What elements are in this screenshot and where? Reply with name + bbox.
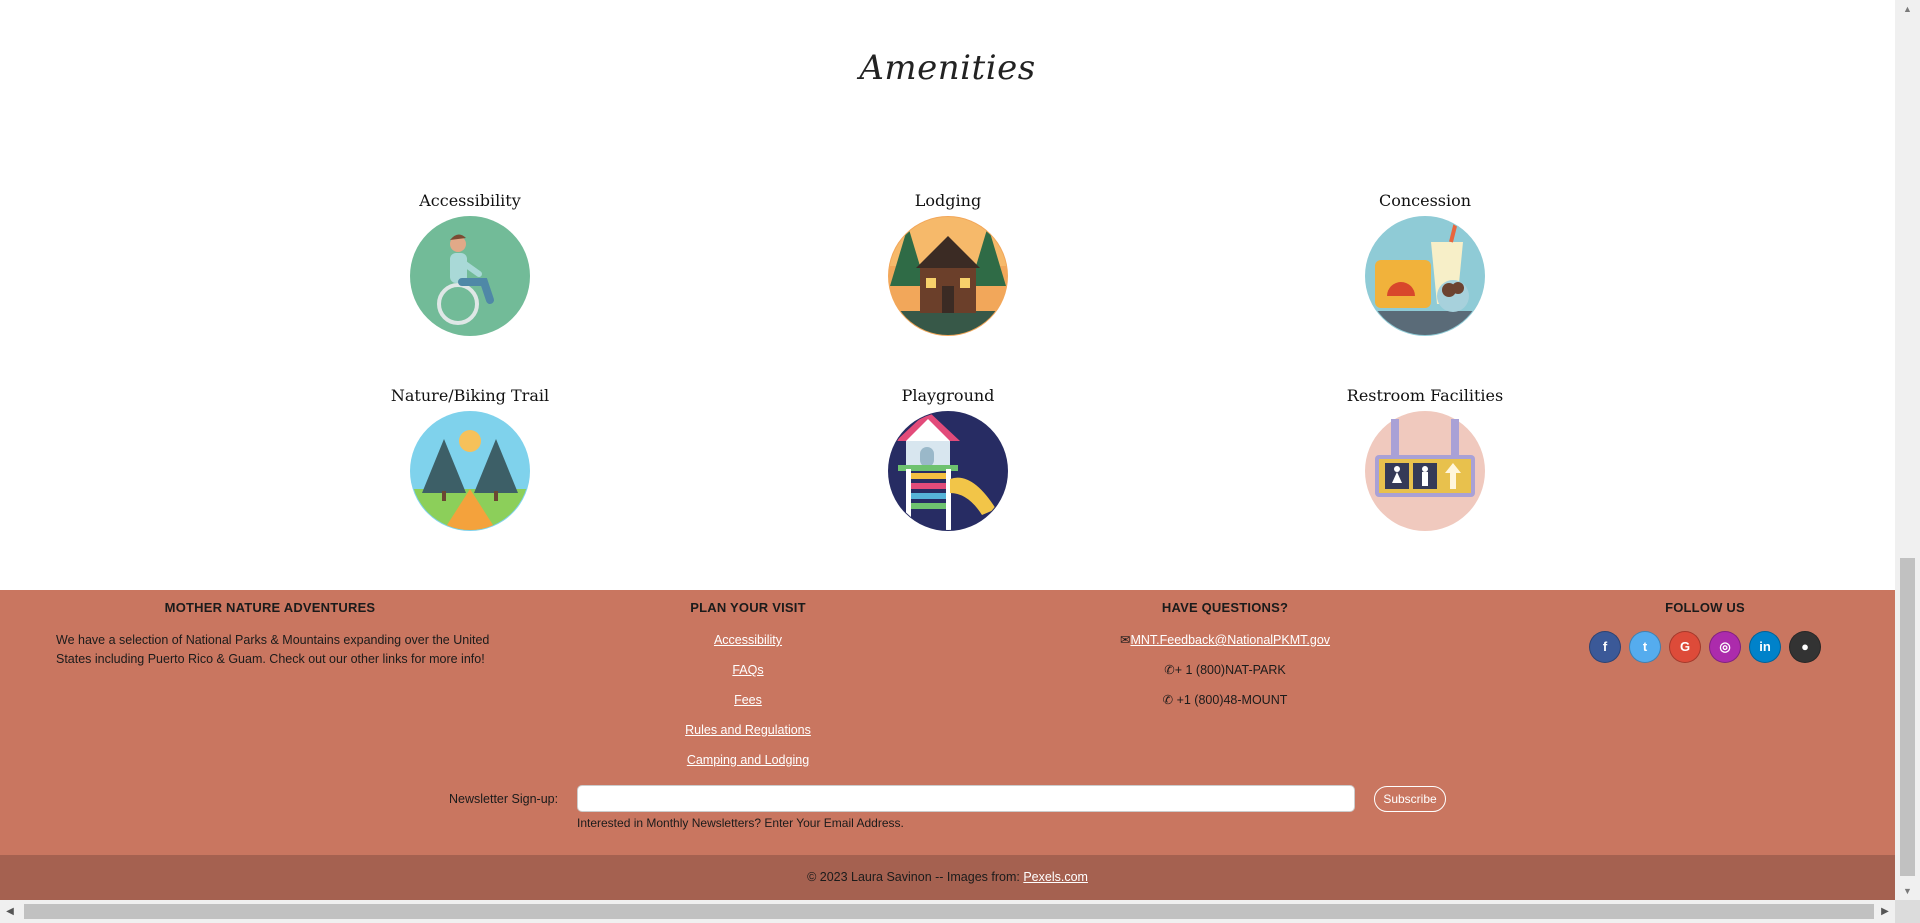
scroll-up-arrow-icon[interactable]: ▲ <box>1895 0 1920 18</box>
github-icon[interactable]: ● <box>1789 631 1821 663</box>
footer-questions: HAVE QUESTIONS? ✉MNT.Feedback@NationalPK… <box>1075 600 1375 721</box>
footer-email-link[interactable]: MNT.Feedback@NationalPKMT.gov <box>1130 633 1330 647</box>
footer-link-camping[interactable]: Camping and Lodging <box>598 751 898 769</box>
pexels-link[interactable]: Pexels.com <box>1023 870 1088 884</box>
newsletter-email-input[interactable] <box>577 785 1355 812</box>
footer-link-accessibility[interactable]: Accessibility <box>598 631 898 649</box>
footer-phone-1: ✆+ 1 (800)NAT-PARK <box>1075 661 1375 680</box>
amenity-concession: Concession <box>1305 190 1545 336</box>
footer-link-fees[interactable]: Fees <box>598 691 898 709</box>
amenity-trail: Nature/Biking Trail <box>350 385 590 531</box>
horizontal-scrollbar[interactable]: ◀ ▶ <box>0 900 1895 923</box>
amenity-label: Accessibility <box>419 191 521 210</box>
footer-plan: PLAN YOUR VISIT Accessibility FAQs Fees … <box>598 600 898 781</box>
amenity-label: Restroom Facilities <box>1346 386 1504 405</box>
amenity-accessibility: Accessibility <box>350 190 590 336</box>
footer-questions-heading: HAVE QUESTIONS? <box>1161 600 1289 615</box>
page-viewport: Amenities Accessibility Lodging Concessi… <box>0 0 1895 900</box>
amenity-label: Playground <box>901 386 995 405</box>
phone-icon: ✆ <box>1162 693 1174 707</box>
scroll-down-arrow-icon[interactable]: ▼ <box>1895 882 1920 900</box>
twitter-icon-glyph: t <box>1642 639 1648 654</box>
facebook-icon[interactable]: f <box>1589 631 1621 663</box>
footer-link-faqs[interactable]: FAQs <box>598 661 898 679</box>
horizontal-scroll-thumb[interactable] <box>24 904 1874 919</box>
scroll-right-arrow-icon[interactable]: ▶ <box>1875 900 1895 923</box>
playground-icon <box>888 411 1008 531</box>
scrollbar-corner <box>1895 900 1920 923</box>
wheelchair-icon <box>410 216 530 336</box>
vertical-scrollbar[interactable]: ▲ ▼ <box>1895 0 1920 900</box>
vertical-scroll-thumb[interactable] <box>1900 558 1915 876</box>
footer-about-text: We have a selection of National Parks & … <box>56 633 490 666</box>
google-icon-glyph: G <box>1679 639 1691 654</box>
copyright-bar: © 2023 Laura Savinon -- Images from: Pex… <box>0 855 1895 900</box>
trail-icon <box>410 411 530 531</box>
phone-icon: ✆ <box>1164 663 1175 677</box>
instagram-icon-glyph: ◎ <box>1719 639 1731 654</box>
footer-follow: FOLLOW US f t G ◎ in ● <box>1555 600 1855 663</box>
restroom-sign-icon <box>1365 411 1485 531</box>
amenity-playground: Playground <box>828 385 1068 531</box>
copyright-text: © 2023 Laura Savinon -- Images from: <box>807 870 1024 884</box>
facebook-icon-glyph: f <box>1602 639 1608 654</box>
phone-number: +1 (800)48-MOUNT <box>1176 693 1288 707</box>
linkedin-icon[interactable]: in <box>1749 631 1781 663</box>
amenity-label: Lodging <box>914 191 982 210</box>
cabin-icon <box>888 216 1008 336</box>
site-footer: MOTHER NATURE ADVENTURES We have a selec… <box>0 590 1895 855</box>
instagram-icon[interactable]: ◎ <box>1709 631 1741 663</box>
twitter-icon[interactable]: t <box>1629 631 1661 663</box>
footer-phone-2: ✆ +1 (800)48-MOUNT <box>1075 691 1375 710</box>
amenity-label: Concession <box>1378 191 1472 210</box>
amenity-label: Nature/Biking Trail <box>390 386 550 405</box>
linkedin-icon-glyph: in <box>1759 639 1771 654</box>
newsletter-label: Newsletter Sign-up: <box>449 792 559 806</box>
envelope-icon: ✉ <box>1119 633 1131 647</box>
footer-link-rules[interactable]: Rules and Regulations <box>598 721 898 739</box>
amenity-restroom: Restroom Facilities <box>1305 385 1545 531</box>
footer-about: MOTHER NATURE ADVENTURES We have a selec… <box>50 600 490 669</box>
footer-email: ✉MNT.Feedback@NationalPKMT.gov <box>1075 631 1375 650</box>
amenities-title: Amenities <box>859 48 1036 88</box>
scroll-left-arrow-icon[interactable]: ◀ <box>0 900 20 923</box>
social-icons-row: f t G ◎ in ● <box>1555 631 1855 663</box>
newsletter-help-text: Interested in Monthly Newsletters? Enter… <box>577 816 904 830</box>
food-drink-icon <box>1365 216 1485 336</box>
google-icon[interactable]: G <box>1669 631 1701 663</box>
footer-follow-heading: FOLLOW US <box>1665 600 1745 615</box>
github-icon-glyph: ● <box>1801 639 1809 654</box>
phone-number: + 1 (800)NAT-PARK <box>1174 663 1286 677</box>
subscribe-button[interactable]: Subscribe <box>1374 786 1446 812</box>
footer-about-heading: MOTHER NATURE ADVENTURES <box>164 600 376 615</box>
footer-plan-heading: PLAN YOUR VISIT <box>690 600 806 615</box>
amenity-lodging: Lodging <box>828 190 1068 336</box>
